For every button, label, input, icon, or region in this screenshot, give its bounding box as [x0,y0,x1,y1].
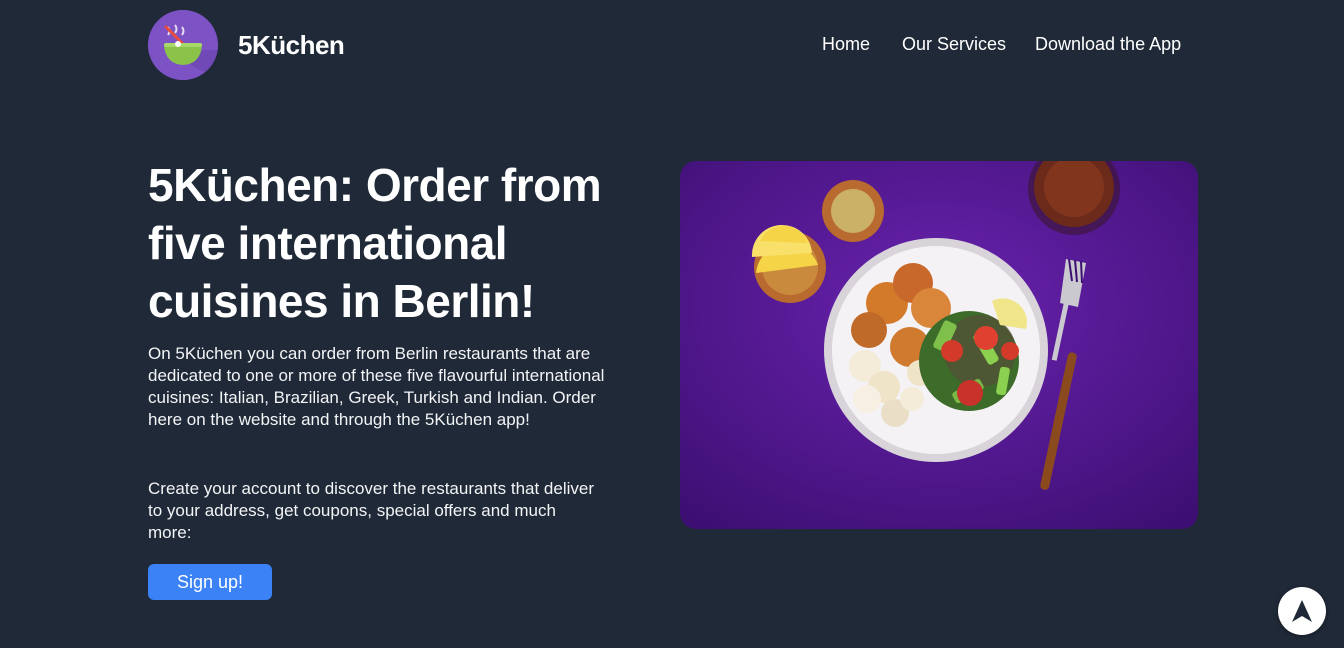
food-plate-image [680,161,1198,529]
nav-services-link[interactable]: Our Services [902,34,1006,55]
bowl-icon[interactable] [148,10,218,80]
brand-name[interactable]: 5Küchen [238,30,345,61]
signup-prompt: Create your account to discover the rest… [148,479,595,542]
arrow-up-icon [1292,600,1312,622]
nav-download-link[interactable]: Download the App [1035,34,1181,55]
nav-home-link[interactable]: Home [822,34,870,55]
hero-title: 5Küchen: Order from five international c… [148,159,602,327]
hero-description: On 5Küchen you can order from Berlin res… [148,344,605,429]
signup-button[interactable]: Sign up! [148,564,272,600]
site-header: 5Küchen Home Our Services Download the A… [0,0,1344,90]
scroll-to-top-button[interactable] [1278,587,1326,635]
